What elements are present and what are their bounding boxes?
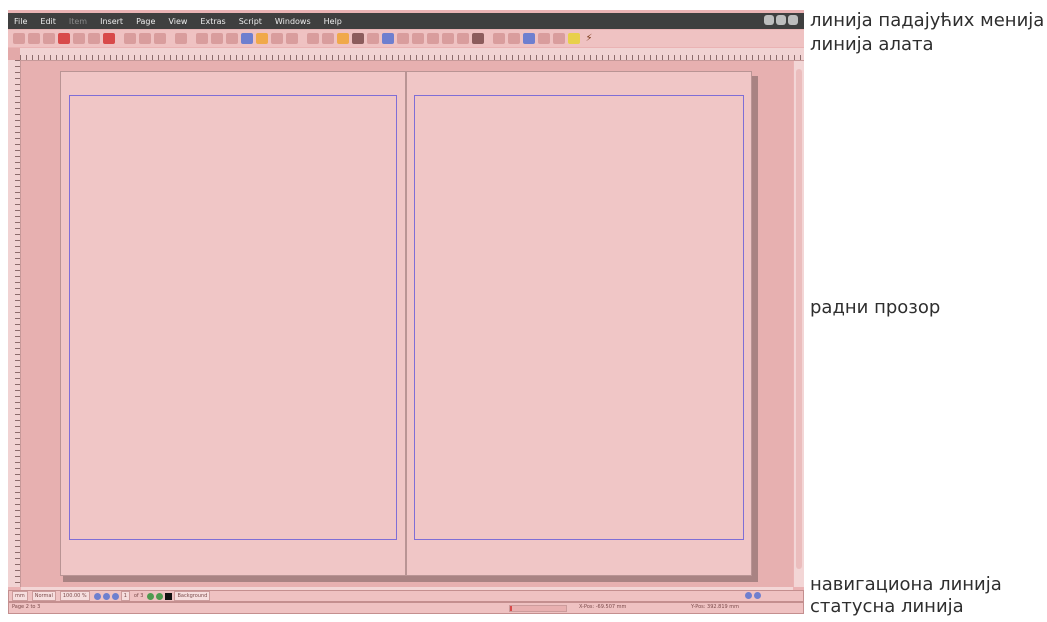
copy-icon[interactable] xyxy=(175,33,187,44)
menu-page[interactable]: Page xyxy=(136,17,155,26)
pdf-textfield-icon[interactable] xyxy=(508,33,520,44)
menu-file[interactable]: File xyxy=(14,17,27,26)
minimize-icon[interactable] xyxy=(764,15,774,25)
annotation-status-line: статусна линија xyxy=(810,596,964,617)
menu-edit[interactable]: Edit xyxy=(40,17,56,26)
pen-icon[interactable] xyxy=(472,33,484,44)
progress-bar xyxy=(509,605,567,612)
unlink-frames-icon[interactable] xyxy=(397,33,409,44)
cut-icon[interactable] xyxy=(154,33,166,44)
ruler-corner[interactable] xyxy=(8,48,20,60)
page-number-field[interactable]: 1 xyxy=(120,591,130,601)
polygon-icon[interactable] xyxy=(256,33,268,44)
x-position-readout: X-Pos: -69.507 mm xyxy=(579,604,627,610)
navigation-bar: mm Normal 100.00 % 1 of 3 Background xyxy=(8,590,804,602)
undo-icon[interactable] xyxy=(124,33,136,44)
app-window: File Edit Item Insert Page View Extras S… xyxy=(8,10,804,614)
navbar-right-tools xyxy=(745,592,763,599)
annotation-nav-line: навигациона линија xyxy=(810,574,1002,595)
measure-icon[interactable] xyxy=(412,33,424,44)
visual-appearance-icon[interactable] xyxy=(754,592,761,599)
menu-extras[interactable]: Extras xyxy=(200,17,225,26)
redo-icon[interactable] xyxy=(139,33,151,44)
select-icon[interactable] xyxy=(196,33,208,44)
table-icon[interactable] xyxy=(457,33,469,44)
zoom-icon[interactable] xyxy=(337,33,349,44)
text-annotation-icon[interactable] xyxy=(568,33,580,44)
margin-guide xyxy=(69,95,397,540)
view-mode-select[interactable]: Normal xyxy=(31,591,56,601)
copy-properties-icon[interactable] xyxy=(427,33,439,44)
layer-select[interactable]: Background xyxy=(174,591,211,601)
print-icon[interactable] xyxy=(73,33,85,44)
link-annotation-icon[interactable]: ⚡ xyxy=(583,33,595,44)
annotation-toolbar-line: линија алата xyxy=(810,34,934,55)
pdf-checkbox-icon[interactable] xyxy=(523,33,535,44)
last-page-icon[interactable] xyxy=(156,592,164,600)
menu-help[interactable]: Help xyxy=(324,17,342,26)
window-controls xyxy=(764,15,798,25)
line-icon[interactable] xyxy=(271,33,283,44)
zoom-100-icon[interactable] xyxy=(102,592,110,600)
menu-view[interactable]: View xyxy=(168,17,187,26)
preview-toggle-icon[interactable] xyxy=(745,592,752,599)
maximize-icon[interactable] xyxy=(776,15,786,25)
unit-select[interactable]: mm xyxy=(12,591,28,601)
link-frames-icon[interactable] xyxy=(382,33,394,44)
page-count-label: of 3 xyxy=(133,593,144,599)
rotate-icon[interactable] xyxy=(322,33,334,44)
preflight-icon[interactable] xyxy=(88,33,100,44)
horizontal-ruler[interactable] xyxy=(20,48,804,61)
menu-windows[interactable]: Windows xyxy=(275,17,311,26)
annotation-work-window: радни прозор xyxy=(810,297,941,318)
page-right[interactable] xyxy=(406,71,752,576)
margin-guide xyxy=(414,95,744,540)
menu-item[interactable]: Item xyxy=(69,17,87,26)
status-page-text: Page 2 to 3 xyxy=(12,604,41,610)
export-pdf-icon[interactable] xyxy=(103,33,115,44)
bezier-icon[interactable] xyxy=(286,33,298,44)
zoom-field[interactable]: 100.00 % xyxy=(59,591,90,601)
text-frame-icon[interactable] xyxy=(211,33,223,44)
menu-script[interactable]: Script xyxy=(239,17,262,26)
zoom-out-icon[interactable] xyxy=(93,592,101,600)
pdf-button-icon[interactable] xyxy=(493,33,505,44)
scrollbar-thumb[interactable] xyxy=(796,69,802,569)
close-document-icon[interactable] xyxy=(58,33,70,44)
vertical-ruler[interactable] xyxy=(8,60,21,587)
y-position-readout: Y-Pos: 392.819 mm xyxy=(691,604,740,610)
image-frame-icon[interactable] xyxy=(226,33,238,44)
annotation-menu-line: линија падајућих менија xyxy=(810,10,1045,31)
open-icon[interactable] xyxy=(28,33,40,44)
freehand-icon[interactable] xyxy=(307,33,319,44)
zoom-in-icon[interactable] xyxy=(111,592,119,600)
layer-color-icon xyxy=(165,592,173,600)
shape-icon[interactable] xyxy=(241,33,253,44)
menu-bar: File Edit Item Insert Page View Extras S… xyxy=(8,13,804,29)
pdf-listbox-icon[interactable] xyxy=(553,33,565,44)
edit-contents-icon[interactable] xyxy=(352,33,364,44)
toolbar: ⚡ xyxy=(8,30,804,47)
eyedropper-icon[interactable] xyxy=(442,33,454,44)
vertical-scrollbar[interactable] xyxy=(794,61,804,587)
close-icon[interactable] xyxy=(788,15,798,25)
page-left[interactable] xyxy=(60,71,406,576)
edit-text-icon[interactable] xyxy=(367,33,379,44)
menu-insert[interactable]: Insert xyxy=(100,17,123,26)
new-document-icon[interactable] xyxy=(13,33,25,44)
save-icon[interactable] xyxy=(43,33,55,44)
next-page-icon[interactable] xyxy=(147,592,155,600)
status-bar: Page 2 to 3 X-Pos: -69.507 mm Y-Pos: 392… xyxy=(8,602,804,614)
pdf-combobox-icon[interactable] xyxy=(538,33,550,44)
